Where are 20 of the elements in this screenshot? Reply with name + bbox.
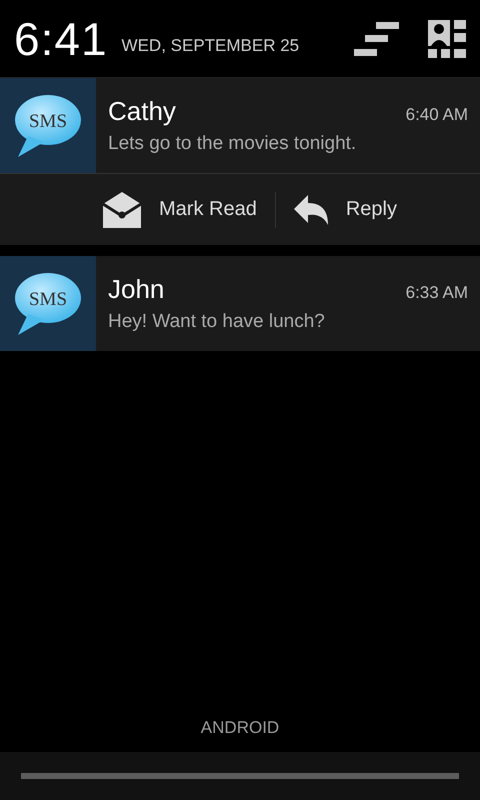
notification-time: 6:33 AM [406, 283, 468, 303]
clear-all-button[interactable] [354, 22, 400, 56]
quick-settings-icon [428, 20, 466, 58]
clock-time: 6:41 [14, 12, 108, 66]
carrier-label: ANDROID [200, 718, 280, 738]
message-preview: Lets go to the movies tonight. [108, 133, 358, 155]
quick-settings-button[interactable] [428, 20, 466, 58]
notification-action-button[interactable]: Reply [276, 174, 415, 245]
reply-icon [294, 194, 328, 224]
notification-time: 6:40 AM [406, 105, 468, 125]
notification-action-button[interactable]: Mark Read [85, 174, 275, 245]
clear-all-icon [354, 22, 400, 56]
date-text: WED, SEPTEMBER 25 [122, 36, 300, 56]
drag-handle[interactable] [21, 773, 459, 779]
envelope-icon [103, 192, 142, 228]
sender-name: Cathy [108, 96, 176, 127]
notification-card[interactable]: SMS John 6:33 AM Hey! Want to have lunch? [0, 256, 480, 351]
notification-card[interactable]: SMS Cathy 6:40 AM Lets go to the movies tonight. [0, 78, 480, 173]
sender-name: John [108, 274, 164, 305]
message-preview: Hey! Want to have lunch? [108, 311, 326, 333]
